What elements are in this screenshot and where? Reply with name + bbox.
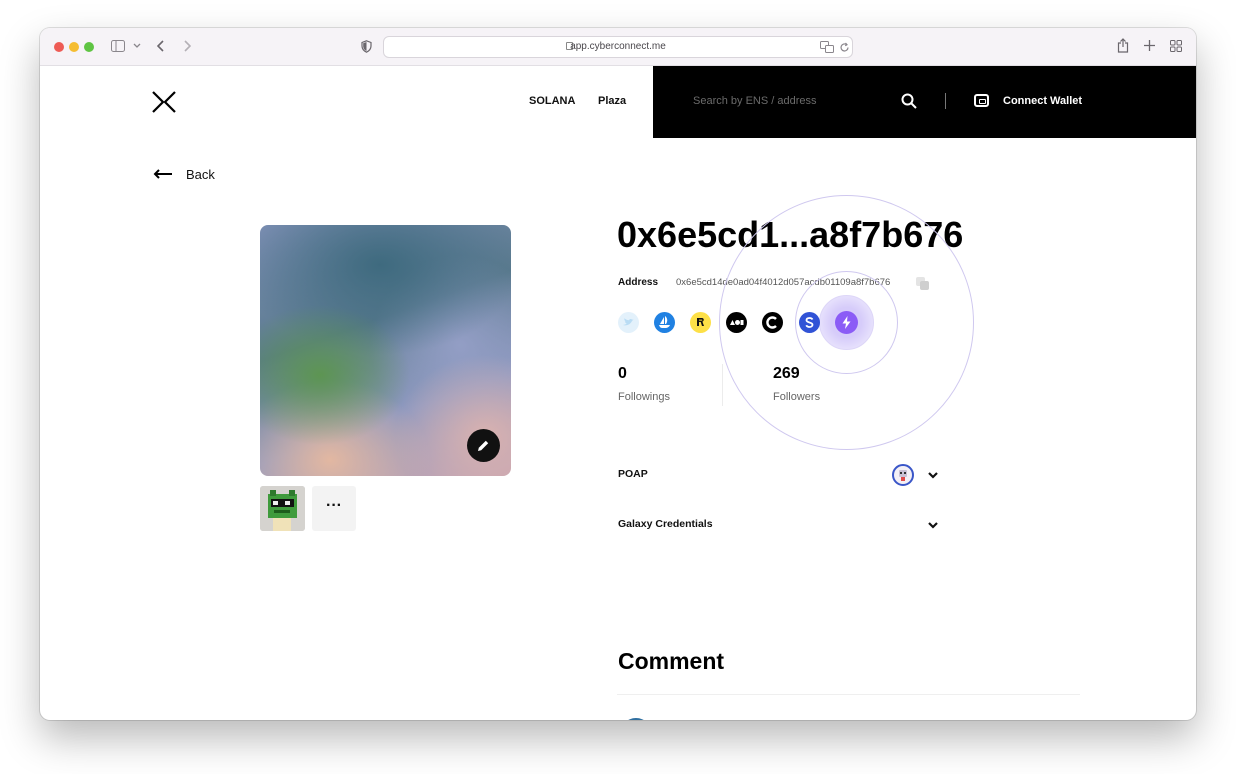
connect-wallet-button[interactable]: Connect Wallet [1003,95,1082,107]
more-nfts-button[interactable]: ··· [312,486,356,531]
shield-icon[interactable] [361,40,372,53]
url-text: app.cyberconnect.me [570,41,666,52]
comment-heading: Comment [618,648,725,674]
browser-toolbar: app.cyberconnect.me [40,28,1196,66]
edit-avatar-button[interactable] [467,429,500,462]
browser-window: app.cyberconnect.me SOLANA Plaza Search … [40,28,1196,720]
search-icon[interactable] [901,93,917,109]
pencil-icon [478,440,489,451]
poap-badge-icon[interactable] [892,464,914,486]
search-input[interactable]: Search by ENS / address [693,95,817,107]
poap-label[interactable]: POAP [618,468,648,480]
superrare-icon[interactable] [799,312,820,333]
opensea-boat-icon [659,316,670,328]
followings-label[interactable]: Followings [618,391,670,403]
maximize-window-button[interactable] [84,42,94,52]
back-link[interactable]: Back [186,167,215,182]
sidebar-icon[interactable] [111,40,125,52]
comment-user-avatar [620,718,652,720]
poap-character-icon [899,470,907,481]
close-window-button[interactable] [54,42,64,52]
poap-chevron-down-icon[interactable] [927,471,939,480]
opensea-icon[interactable] [654,312,675,333]
c-letter-icon [766,316,777,329]
galaxy-credentials-label[interactable]: Galaxy Credentials [618,518,713,530]
twitter-icon[interactable] [618,312,639,333]
reload-icon[interactable] [839,42,850,53]
nav-plaza[interactable]: Plaza [598,95,626,107]
stats-divider [722,364,723,406]
rarible-icon[interactable] [690,312,711,333]
zora-lightning-icon[interactable] [835,311,858,334]
minimize-window-button[interactable] [69,42,79,52]
foundation-shapes-icon [730,320,744,325]
cyberconnect-logo[interactable] [152,91,176,113]
rarible-r-icon [697,318,704,326]
cyberconnect-icon[interactable] [762,312,783,333]
nav-solana[interactable]: SOLANA [529,95,575,107]
back-arrow-icon[interactable] [153,167,172,181]
share-icon[interactable] [1117,38,1129,53]
nft-thumbnail[interactable] [260,486,305,531]
address-bar[interactable]: app.cyberconnect.me [383,36,853,58]
followings-count[interactable]: 0 [618,365,627,383]
forward-icon[interactable] [183,40,191,52]
address-label: Address [618,277,659,288]
nft-frog-image [260,486,305,531]
translate-icon[interactable] [820,41,834,53]
back-icon[interactable] [157,40,165,52]
lightning-icon [842,316,851,329]
followers-label[interactable]: Followers [773,391,820,403]
chevron-down-icon[interactable] [133,43,141,49]
plus-icon[interactable] [1144,40,1155,51]
s-letter-icon [805,317,814,328]
tab-overview-icon[interactable] [1170,40,1182,52]
galaxy-chevron-down-icon[interactable] [927,521,939,530]
wallet-icon[interactable] [974,94,989,107]
foundation-icon[interactable] [726,312,747,333]
twitter-bird-icon [623,318,634,326]
header-divider [945,93,946,109]
comment-divider [617,694,1080,695]
followers-count[interactable]: 269 [773,365,800,383]
